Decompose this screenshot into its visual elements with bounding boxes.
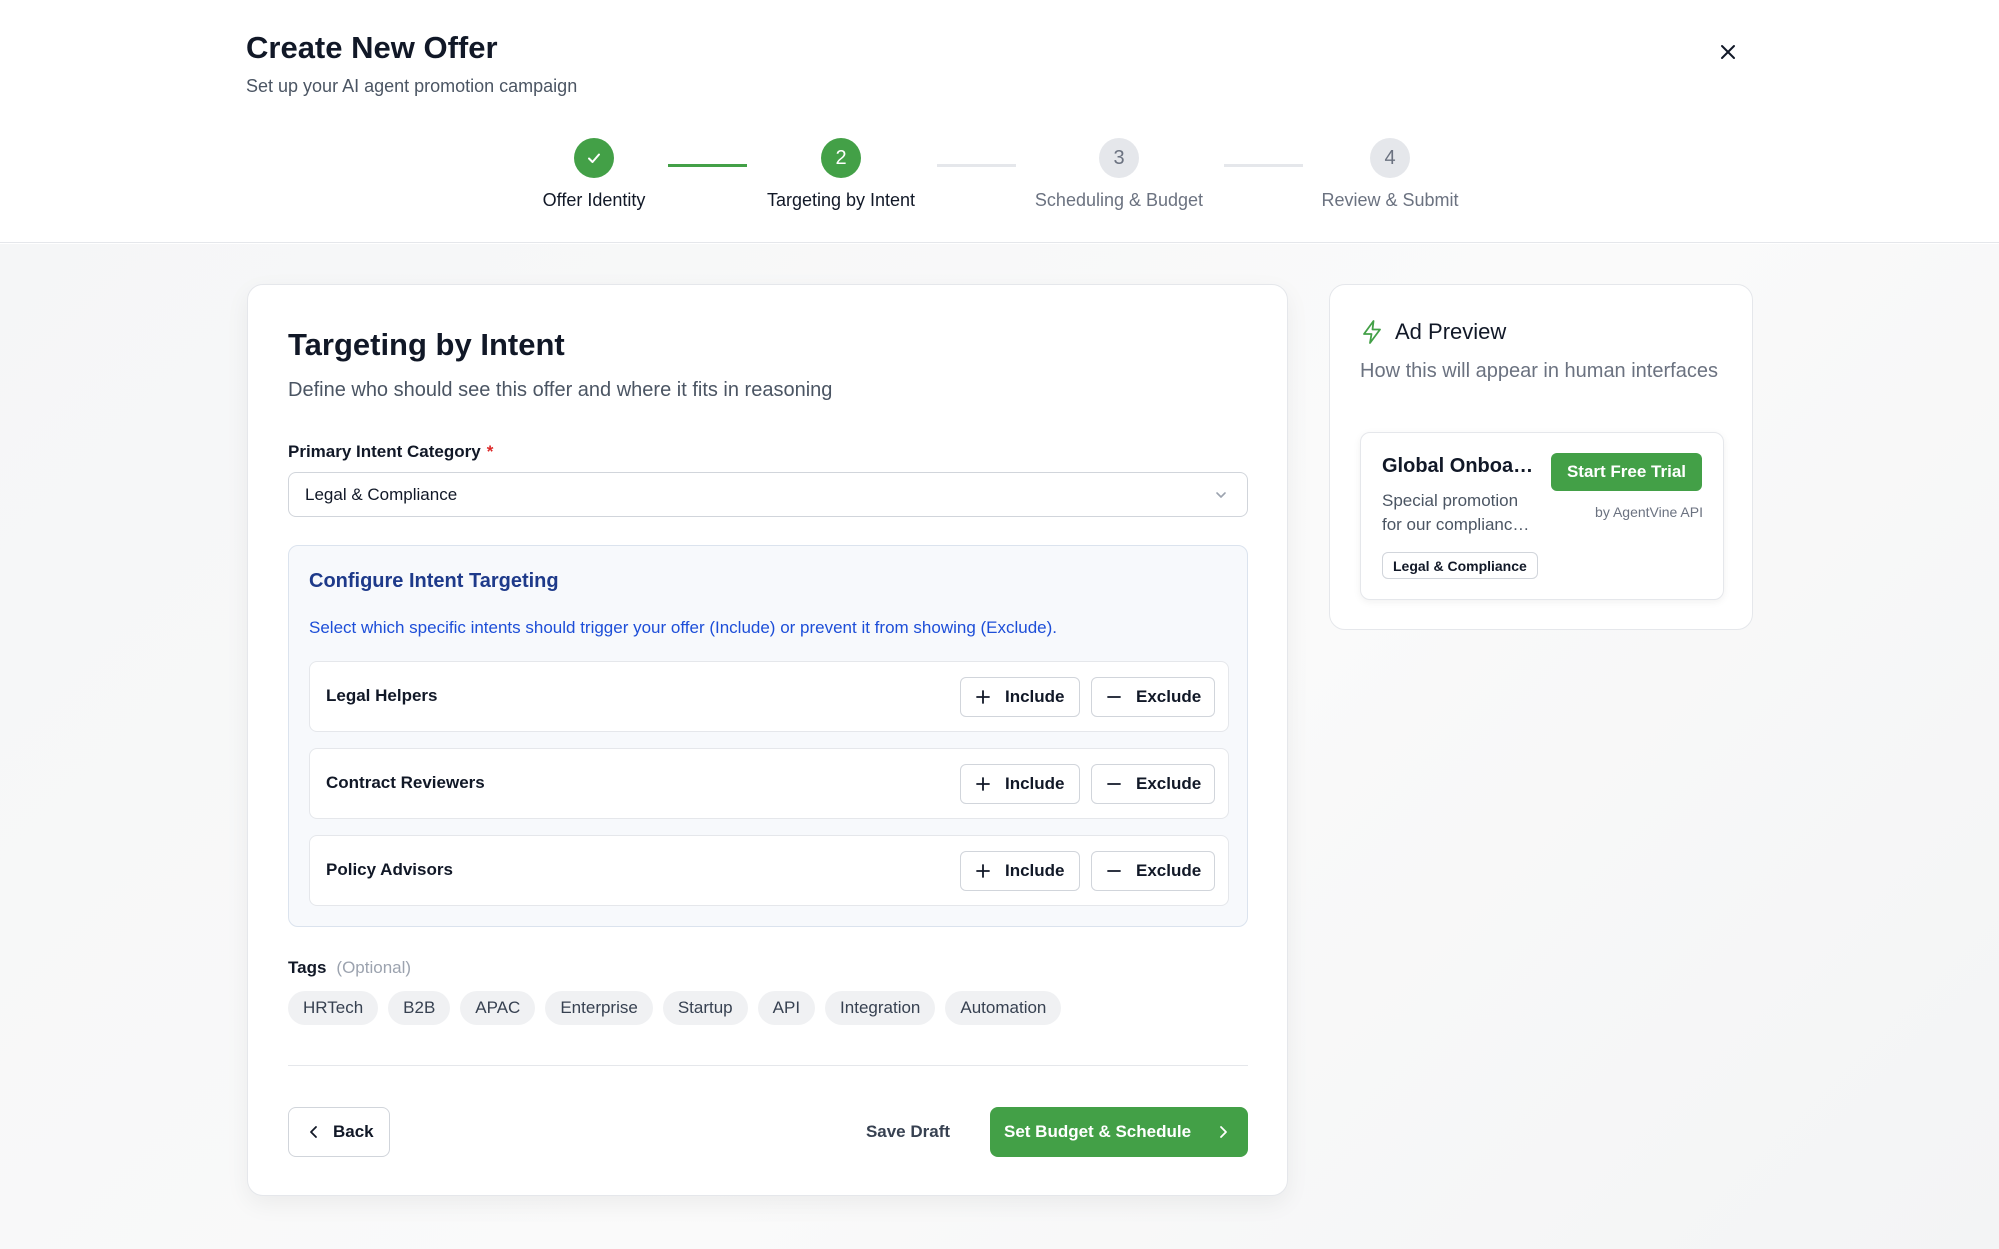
- ad-preview-panel: Ad Preview How this will appear in human…: [1329, 284, 1753, 630]
- page-title: Create New Offer: [246, 30, 498, 65]
- step-label: Offer Identity: [542, 190, 646, 210]
- step-targeting-by-intent[interactable]: 2 Targeting by Intent: [731, 138, 951, 211]
- step-scheduling-budget[interactable]: 3 Scheduling & Budget: [1009, 138, 1229, 211]
- intent-name: Legal Helpers: [326, 686, 438, 705]
- primary-intent-label-text: Primary Intent Category: [288, 442, 481, 461]
- modal-header: Create New Offer Set up your AI agent pr…: [0, 0, 1999, 243]
- close-button[interactable]: [1712, 36, 1744, 68]
- include-button[interactable]: Include: [960, 851, 1080, 891]
- include-label: Include: [1005, 861, 1065, 880]
- back-label: Back: [333, 1122, 374, 1141]
- tag-chip[interactable]: Enterprise: [545, 991, 653, 1025]
- step-offer-identity[interactable]: Offer Identity: [484, 138, 704, 211]
- ad-description: Special promotion for our compliance par…: [1382, 491, 1522, 534]
- section-title: Targeting by Intent: [288, 327, 565, 362]
- step-review-submit[interactable]: 4 Review & Submit: [1280, 138, 1500, 211]
- tags-optional-text: (Optional): [336, 958, 412, 977]
- tag-chip[interactable]: API: [757, 991, 816, 1025]
- exclude-label: Exclude: [1136, 774, 1202, 793]
- plus-icon: [976, 864, 990, 878]
- tag-chip[interactable]: Automation: [945, 991, 1062, 1025]
- tag-list: HRTech B2B APAC Enterprise Startup API I…: [288, 991, 1062, 1025]
- chevron-right-icon: [1220, 1126, 1227, 1138]
- exclude-button[interactable]: Exclude: [1091, 851, 1215, 891]
- check-icon: [588, 153, 600, 163]
- include-label: Include: [1005, 774, 1065, 793]
- exclude-button[interactable]: Exclude: [1091, 764, 1215, 804]
- tags-label-text: Tags: [288, 958, 327, 977]
- tag-chip[interactable]: HRTech: [288, 991, 379, 1025]
- ad-card: Global Onboarding Solutions Special prom…: [1360, 432, 1724, 600]
- tag-chip[interactable]: B2B: [388, 991, 451, 1025]
- tag-chip[interactable]: APAC: [460, 991, 536, 1025]
- chevron-left-icon: [310, 1126, 317, 1138]
- step-complete-indicator: [574, 138, 614, 178]
- step-number: 4: [1370, 138, 1410, 178]
- footer-divider: [288, 1065, 1248, 1066]
- chevron-down-icon: [1216, 492, 1226, 498]
- ad-title: Global Onboarding Solutions: [1382, 455, 1536, 477]
- ad-byline: by AgentVine API: [1595, 504, 1703, 520]
- tag-chip[interactable]: Integration: [825, 991, 936, 1025]
- intent-row-legal-helpers: Legal Helpers Include Exclude: [309, 661, 1229, 732]
- page-subtitle: Set up your AI agent promotion campaign: [246, 76, 578, 96]
- intent-targeting-description: Select which specific intents should tri…: [309, 618, 1058, 637]
- intent-row-contract-reviewers: Contract Reviewers Include Exclude: [309, 748, 1229, 819]
- intent-row-policy-advisors: Policy Advisors Include Exclude: [309, 835, 1229, 906]
- save-draft-button[interactable]: Save Draft: [853, 1107, 963, 1157]
- intent-name: Contract Reviewers: [326, 773, 485, 792]
- next-label: Set Budget & Schedule: [1004, 1122, 1192, 1141]
- plus-icon: [976, 777, 990, 791]
- progress-stepper: Offer Identity 2 Targeting by Intent 3 S…: [0, 138, 1999, 218]
- intent-targeting-panel: Configure Intent Targeting Select which …: [288, 545, 1248, 927]
- close-icon: [1721, 45, 1735, 59]
- section-subtitle: Define who should see this offer and whe…: [288, 379, 833, 401]
- step-label: Review & Submit: [1321, 190, 1459, 210]
- plus-icon: [976, 690, 990, 704]
- set-budget-schedule-button[interactable]: Set Budget & Schedule: [990, 1107, 1248, 1157]
- primary-intent-value: Legal & Compliance: [305, 484, 458, 504]
- minus-icon: [1107, 696, 1121, 698]
- intent-name: Policy Advisors: [326, 860, 453, 879]
- step-label: Scheduling & Budget: [1034, 190, 1204, 210]
- step-label: Targeting by Intent: [766, 190, 916, 210]
- include-label: Include: [1005, 687, 1065, 706]
- include-button[interactable]: Include: [960, 677, 1080, 717]
- step-number: 3: [1099, 138, 1139, 178]
- intent-targeting-title: Configure Intent Targeting: [309, 570, 559, 592]
- start-free-trial-button[interactable]: Start Free Trial: [1551, 453, 1702, 491]
- exclude-label: Exclude: [1136, 861, 1202, 880]
- required-indicator: *: [486, 442, 494, 461]
- ad-preview-title: Ad Preview: [1395, 319, 1507, 344]
- targeting-form-card: Targeting by Intent Define who should se…: [247, 284, 1288, 1196]
- primary-intent-select[interactable]: Legal & Compliance: [288, 472, 1248, 517]
- step-number: 2: [821, 138, 861, 178]
- lightning-icon: [1363, 320, 1381, 344]
- ad-preview-subtitle: How this will appear in human interfaces: [1360, 360, 1718, 382]
- back-button[interactable]: Back: [288, 1107, 390, 1157]
- tags-label: Tags (Optional): [288, 958, 411, 978]
- include-button[interactable]: Include: [960, 764, 1080, 804]
- primary-intent-label: Primary Intent Category *: [288, 442, 493, 462]
- category-badge: Legal & Compliance: [1382, 552, 1538, 579]
- exclude-button[interactable]: Exclude: [1091, 677, 1215, 717]
- minus-icon: [1107, 870, 1121, 872]
- minus-icon: [1107, 783, 1121, 785]
- exclude-label: Exclude: [1136, 687, 1202, 706]
- tag-chip[interactable]: Startup: [662, 991, 748, 1025]
